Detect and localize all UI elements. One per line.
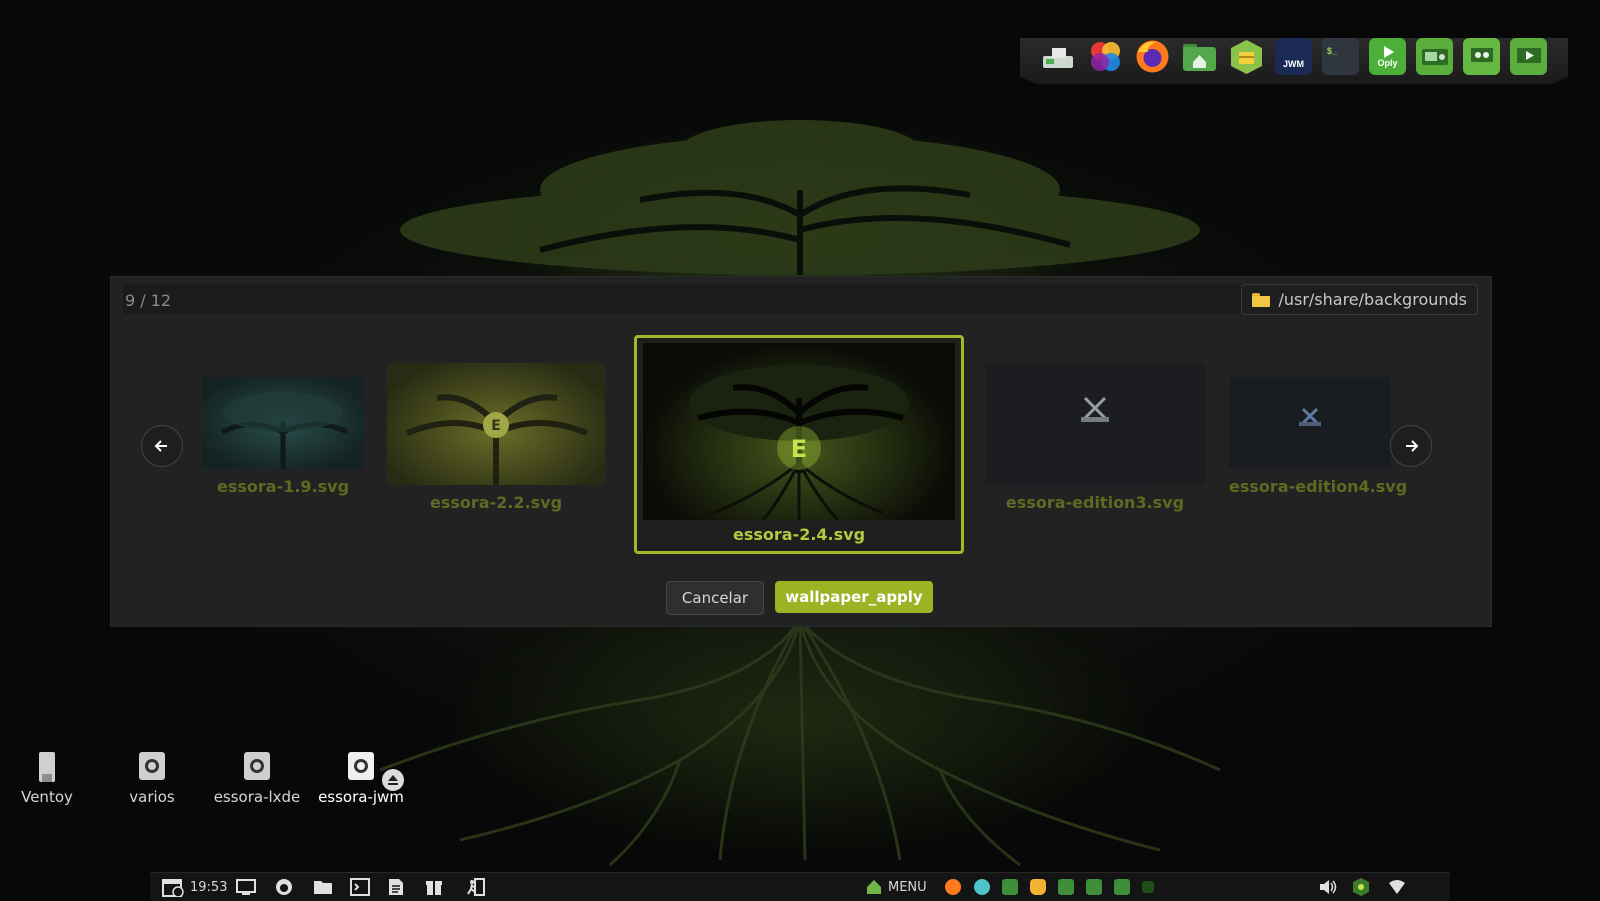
drive-label: essora-lxde	[213, 788, 301, 806]
tray-app-icon[interactable]	[1351, 877, 1371, 897]
home-folder-icon[interactable]	[1181, 38, 1218, 75]
oply-screen-icon[interactable]	[1463, 38, 1500, 75]
dock-icons: JWM $_ Oply	[1040, 38, 1547, 75]
disk-icon	[348, 752, 374, 782]
folder-path-label: /usr/share/backgrounds	[1278, 290, 1467, 309]
calendar-icon[interactable]	[162, 877, 184, 897]
terminal-icon[interactable]: $_	[1322, 38, 1359, 75]
thumbnail-essora-2-4-selected[interactable]: E essora-2.4.svg	[634, 335, 964, 554]
thumbnail-image	[985, 363, 1205, 485]
arrow-right-icon	[1406, 440, 1419, 452]
task-terminal-icon[interactable]	[1142, 877, 1154, 897]
clock[interactable]: 19:53	[190, 877, 227, 897]
oply-label: Oply	[1377, 57, 1398, 68]
desktop-drive-varios[interactable]: varios	[107, 752, 197, 806]
menu-label: MENU	[888, 879, 927, 895]
task-hand-icon[interactable]	[1030, 877, 1046, 897]
wifi-icon[interactable]	[1388, 877, 1406, 897]
package-icon[interactable]	[425, 877, 443, 897]
eject-icon[interactable]	[382, 769, 404, 791]
jwm-settings-icon[interactable]: JWM	[1275, 38, 1312, 75]
image-counter: 9 / 12	[125, 291, 172, 310]
usb-drive-icon	[34, 752, 60, 782]
drive-label: varios	[129, 788, 175, 806]
task-window-icon[interactable]	[1086, 877, 1102, 897]
disk-icon	[139, 752, 165, 782]
oply-radio-icon[interactable]	[1416, 38, 1453, 75]
thumbnail-label: essora-edition4.svg	[1229, 477, 1408, 496]
thumbnail-label: essora-1.9.svg	[216, 477, 350, 496]
logout-icon[interactable]	[466, 877, 486, 897]
disk-icon	[244, 752, 270, 782]
task-window-icon[interactable]	[1114, 877, 1130, 897]
thumbnail-essora-edition3[interactable]: essora-edition3.svg	[985, 363, 1205, 512]
oply-icon[interactable]: Oply	[1369, 38, 1406, 75]
thumbnail-label: essora-2.4.svg	[732, 525, 866, 544]
firefox-taskbar-icon[interactable]	[275, 877, 293, 897]
svg-text:E: E	[791, 435, 807, 463]
folder-path-button[interactable]: /usr/share/backgrounds	[1241, 284, 1478, 315]
wallpaper-tree-roots	[379, 620, 1221, 867]
thumbnail-image: E	[387, 363, 605, 485]
next-button[interactable]	[1390, 425, 1432, 467]
folder-icon	[1252, 292, 1271, 307]
thumbnail-essora-edition4[interactable]: essora-edition4.svg	[1229, 377, 1408, 496]
wallpaper-tree-canopy	[400, 120, 1200, 275]
thumbnail-image	[1229, 377, 1391, 469]
terminal-label: $_	[1327, 46, 1338, 56]
previous-button[interactable]	[141, 425, 183, 467]
jwm-label: JWM	[1283, 58, 1304, 69]
volume-icon[interactable]	[1318, 877, 1338, 897]
desktop-drive-essora-lxde[interactable]: essora-lxde	[212, 752, 302, 806]
home-menu-icon	[867, 880, 881, 894]
thumbnail-essora-1-9[interactable]: essora-1.9.svg	[202, 377, 364, 496]
task-app-icon[interactable]	[974, 877, 990, 897]
wallpaper-dialog: 9 / 12 /usr/share/backgrounds essora-1.9…	[110, 276, 1492, 627]
menu-button[interactable]: MENU	[866, 877, 927, 897]
arrow-left-icon	[154, 440, 167, 452]
terminal-taskbar-icon[interactable]	[350, 877, 370, 897]
svg-text:E: E	[491, 418, 501, 434]
thumbnail-image	[202, 377, 364, 469]
show-desktop-icon[interactable]	[236, 877, 256, 897]
apply-wallpaper-button[interactable]: wallpaper_apply	[775, 581, 933, 613]
oply-video-icon[interactable]	[1510, 38, 1547, 75]
text-editor-icon[interactable]	[388, 877, 404, 897]
firefox-icon[interactable]	[1134, 38, 1171, 75]
task-window-icon[interactable]	[1002, 877, 1018, 897]
thumbnail-essora-2-2[interactable]: E essora-2.2.svg	[387, 363, 605, 512]
thumbnail-label: essora-2.2.svg	[429, 493, 563, 512]
package-manager-icon[interactable]	[1228, 38, 1265, 75]
thumbnail-image: E	[643, 343, 955, 520]
task-window-icon[interactable]	[1058, 877, 1074, 897]
color-picker-icon[interactable]	[1087, 38, 1124, 75]
thumbnail-label: essora-edition3.svg	[1005, 493, 1185, 512]
drive-label: Ventoy	[21, 788, 73, 806]
desktop-drive-ventoy[interactable]: Ventoy	[2, 752, 92, 806]
drive-mount-icon[interactable]	[1040, 38, 1077, 75]
task-firefox-icon[interactable]	[945, 877, 961, 897]
taskbar: 19:53 MENU	[150, 872, 1450, 901]
cancel-button[interactable]: Cancelar	[666, 581, 764, 615]
file-manager-icon[interactable]	[313, 877, 333, 897]
